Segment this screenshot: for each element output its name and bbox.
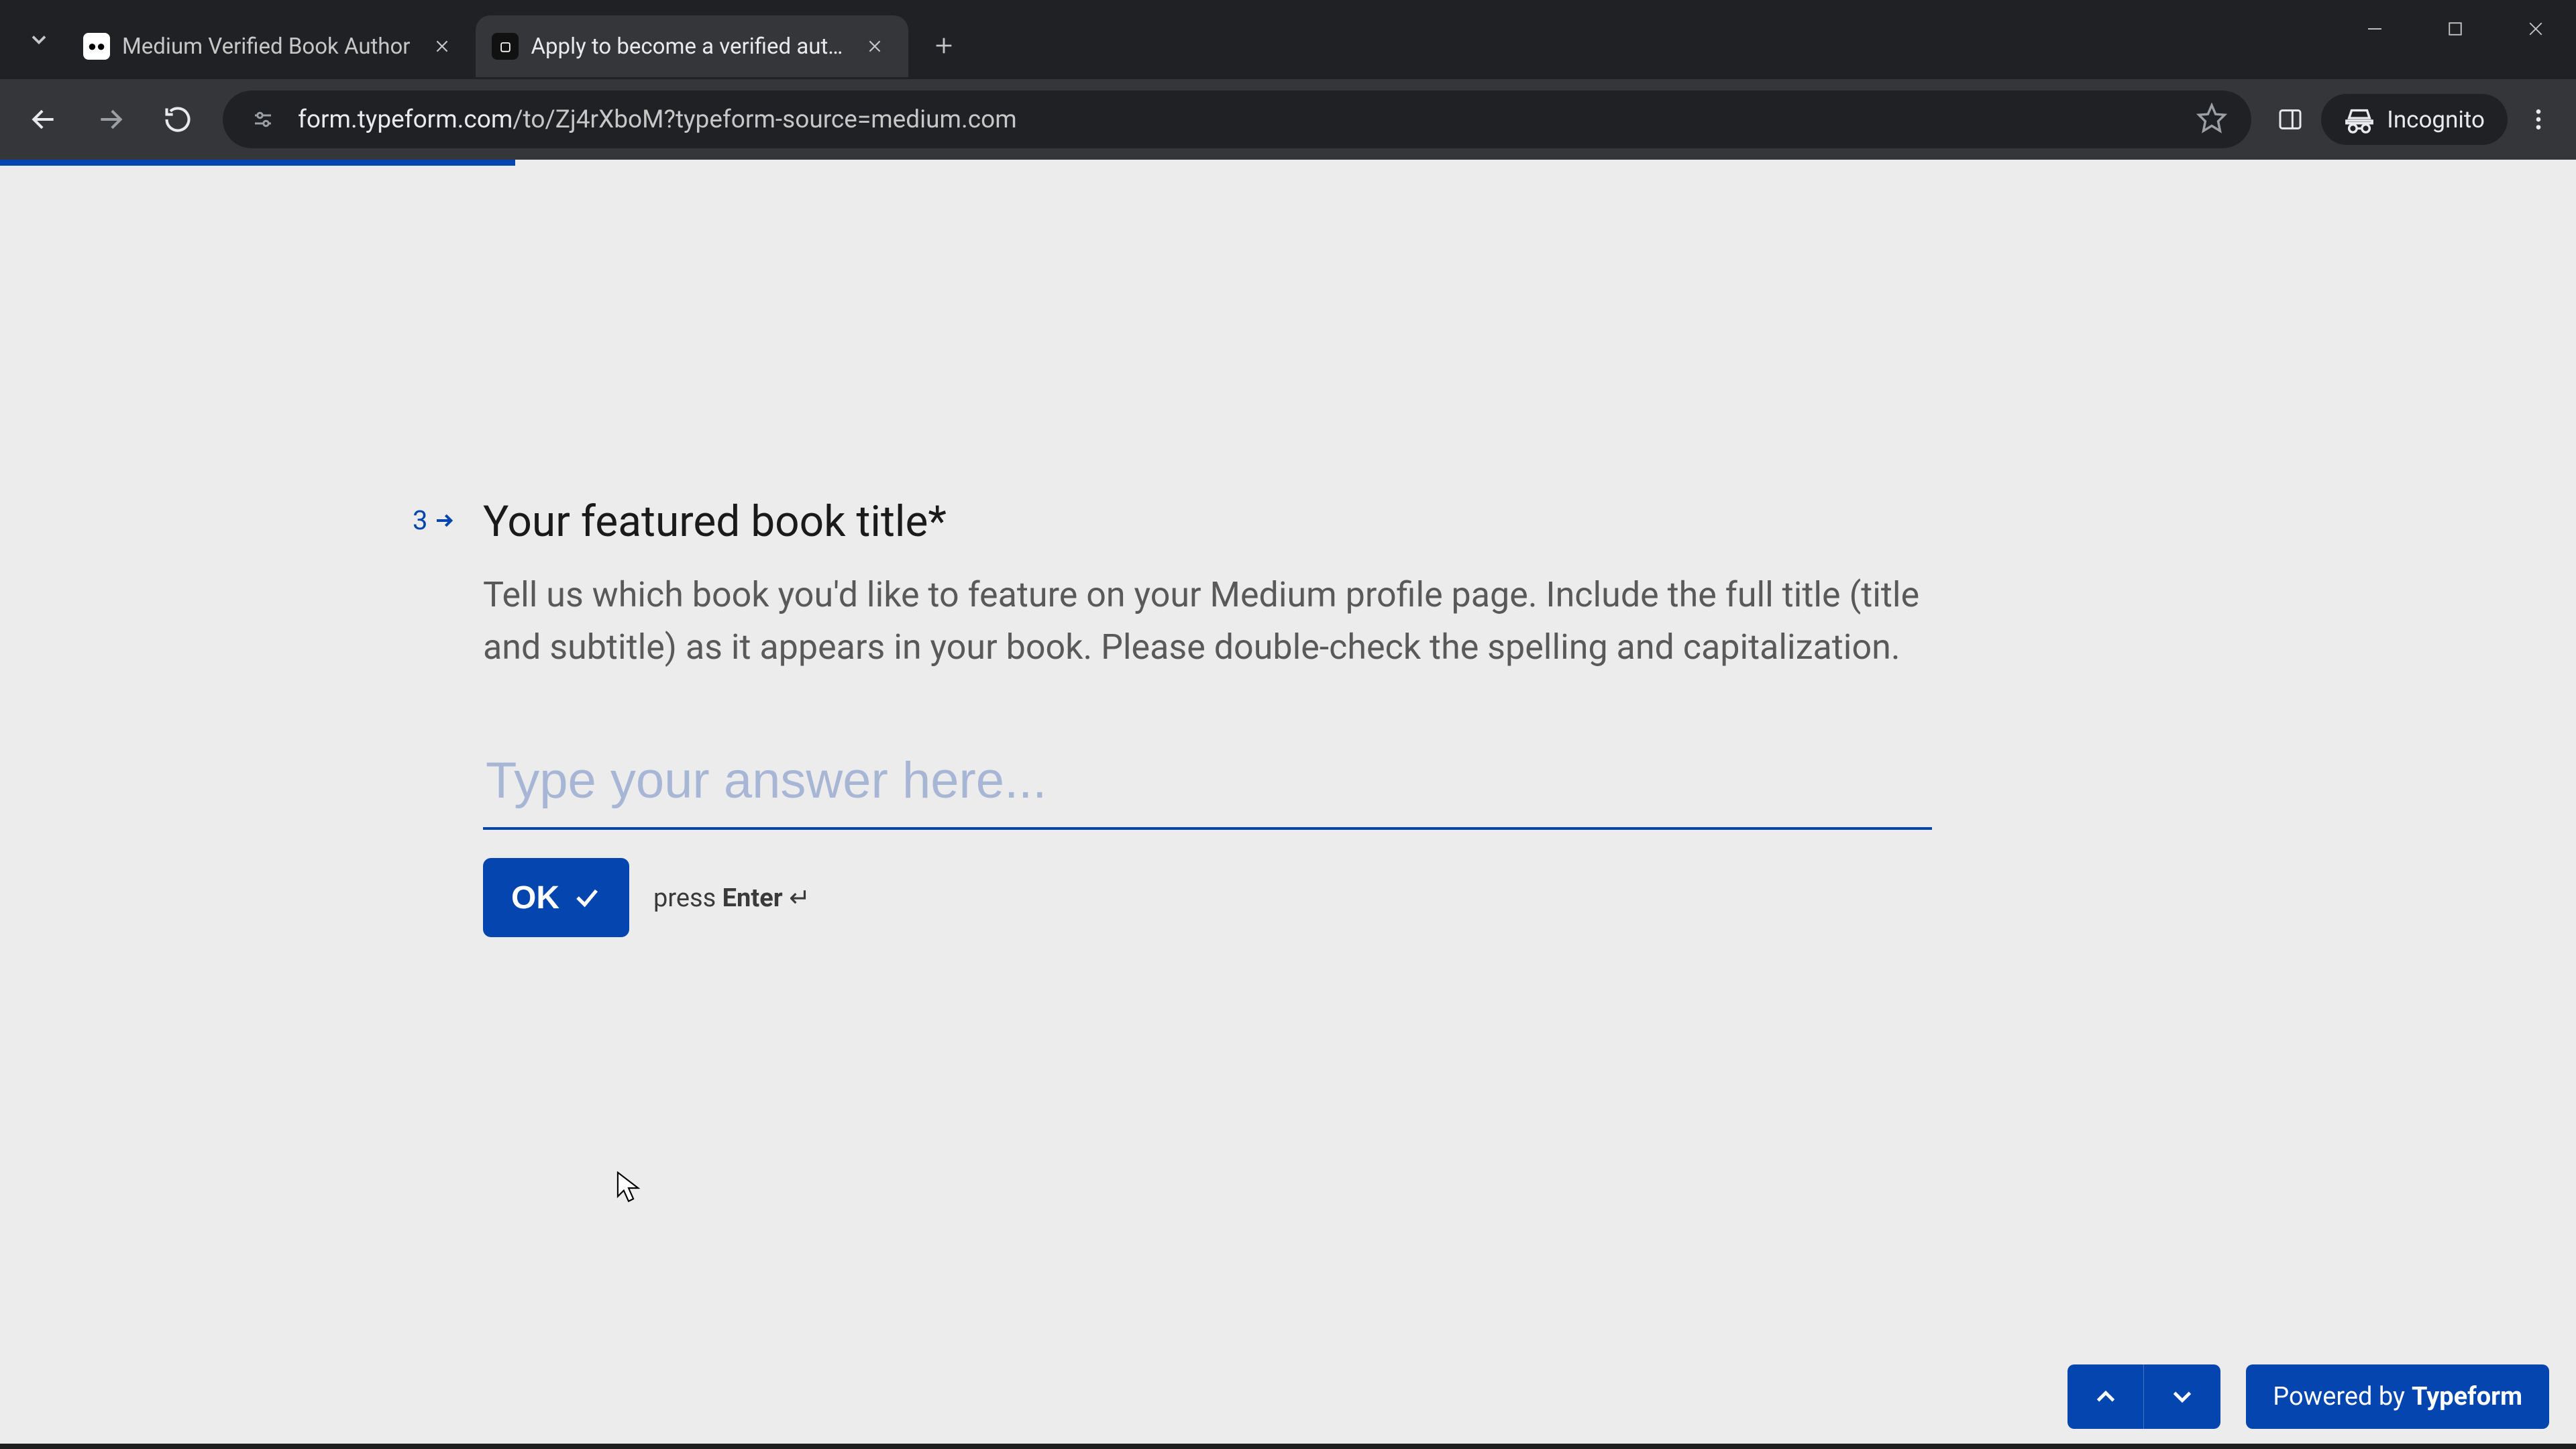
browser-toolbar: form.typeform.com/to/Zj4rXboM?typeform-s… [0, 79, 2576, 160]
sidepanel-icon [2277, 106, 2304, 133]
tab-medium-author[interactable]: ●● Medium Verified Book Author [67, 15, 476, 77]
window-minimize-button[interactable] [2334, 0, 2415, 57]
ok-button[interactable]: OK [483, 858, 629, 937]
url-text: form.typeform.com/to/Zj4rXboM?typeform-s… [298, 105, 2178, 134]
page-content: 3 Your featured book title* Tell us whic… [0, 160, 2576, 1449]
bookmark-button[interactable] [2196, 103, 2227, 136]
ok-button-label: OK [511, 879, 559, 916]
tab-close-button[interactable] [861, 33, 888, 60]
site-info-button[interactable] [247, 103, 279, 136]
arrow-right-icon [434, 510, 455, 531]
next-question-button[interactable] [2144, 1364, 2220, 1429]
question-number-marker: 3 [413, 504, 455, 536]
browser-titlebar: ●● Medium Verified Book Author ▢ Apply t… [0, 0, 2576, 79]
answer-input[interactable] [483, 741, 1932, 830]
url-host: form.typeform.com [298, 105, 513, 134]
tabs-search-dropdown[interactable] [10, 9, 67, 70]
back-button[interactable] [13, 89, 74, 150]
chrome-menu-button[interactable] [2514, 89, 2563, 150]
chevron-down-icon [2167, 1381, 2198, 1412]
question-title: Your featured book title* [483, 495, 2012, 549]
plus-icon [932, 34, 955, 57]
window-close-button[interactable] [2496, 0, 2576, 57]
window-controls [2334, 0, 2576, 79]
keyboard-hint: press Enter ↵ [653, 883, 810, 913]
star-icon [2196, 103, 2227, 133]
forward-button[interactable] [80, 89, 141, 150]
typeform-favicon: ▢ [492, 33, 519, 60]
incognito-label: Incognito [2387, 106, 2485, 133]
submit-row: OK press Enter ↵ [483, 858, 2012, 937]
tab-typeform-apply[interactable]: ▢ Apply to become a verified aut… [476, 15, 908, 77]
reload-icon [163, 105, 193, 134]
arrow-left-icon [29, 105, 58, 134]
close-icon [866, 38, 883, 55]
question-number: 3 [413, 504, 427, 536]
tab-close-button[interactable] [429, 33, 455, 60]
check-icon [573, 883, 601, 912]
address-bar[interactable]: form.typeform.com/to/Zj4rXboM?typeform-s… [223, 91, 2251, 148]
tab-title: Apply to become a verified aut… [531, 34, 843, 60]
os-taskbar-edge [0, 1444, 2576, 1449]
new-tab-button[interactable] [920, 22, 967, 69]
question-block: 3 Your featured book title* Tell us whic… [483, 495, 2012, 937]
chevron-up-icon [2090, 1381, 2121, 1412]
window-maximize-button[interactable] [2415, 0, 2496, 57]
reload-button[interactable] [148, 89, 208, 150]
tab-title: Medium Verified Book Author [122, 34, 410, 60]
close-icon [433, 38, 451, 55]
incognito-icon [2344, 104, 2375, 135]
kebab-icon [2525, 106, 2552, 133]
tune-icon [251, 107, 275, 131]
maximize-icon [2445, 19, 2465, 39]
medium-favicon: ●● [83, 33, 110, 60]
side-panel-button[interactable] [2266, 89, 2314, 150]
close-icon [2526, 19, 2546, 39]
chevron-down-icon [27, 28, 51, 52]
arrow-right-icon [96, 105, 125, 134]
question-description: Tell us which book you'd like to feature… [483, 569, 1932, 674]
mouse-cursor [616, 1171, 641, 1208]
incognito-indicator[interactable]: Incognito [2321, 94, 2508, 145]
url-path: /to/Zj4rXboM?typeform-source=medium.com [513, 105, 1016, 134]
form-nav-buttons [2068, 1364, 2220, 1429]
powered-by-badge[interactable]: Powered by Typeform [2246, 1364, 2549, 1429]
form-progress-bar [0, 160, 515, 166]
minimize-icon [2365, 19, 2385, 39]
prev-question-button[interactable] [2068, 1364, 2144, 1429]
